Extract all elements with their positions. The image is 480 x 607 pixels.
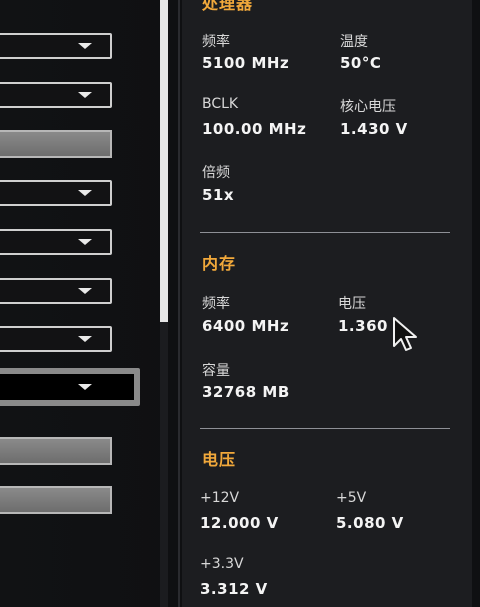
voltage-5v-label: +5V xyxy=(336,490,367,506)
voltage-5v-value: 5.080 V xyxy=(336,514,404,532)
cpu-bclk-label: BCLK xyxy=(202,96,239,112)
cpu-section-title: 处理器 xyxy=(202,0,254,13)
hardware-monitor-panel: 处理器 频率 5100 MHz 温度 50°C BCLK 100.00 MHz … xyxy=(182,0,472,607)
cpu-core-voltage-value: 1.430 V xyxy=(340,120,408,138)
memory-freq-value: 6400 MHz xyxy=(202,317,290,335)
chevron-down-icon xyxy=(78,384,92,390)
setting-dropdown-6[interactable] xyxy=(0,326,112,352)
setting-field-disabled-1 xyxy=(0,130,112,158)
setting-dropdown-1[interactable] xyxy=(0,33,112,59)
chevron-down-icon xyxy=(78,43,92,49)
voltage-33v-value: 3.312 V xyxy=(200,580,268,598)
setting-dropdown-4[interactable] xyxy=(0,229,112,255)
cpu-freq-label: 频率 xyxy=(202,34,230,50)
setting-dropdown-3[interactable] xyxy=(0,180,112,206)
chevron-down-icon xyxy=(78,92,92,98)
mouse-pointer-icon xyxy=(393,317,417,351)
setting-dropdown-2[interactable] xyxy=(0,82,112,108)
voltage-12v-value: 12.000 V xyxy=(200,514,279,532)
section-divider-1 xyxy=(200,232,450,233)
setting-field-disabled-2 xyxy=(0,437,112,465)
chevron-down-icon xyxy=(78,336,92,342)
panel-divider xyxy=(178,0,180,607)
memory-voltage-value: 1.360 xyxy=(338,317,388,335)
setting-dropdown-5[interactable] xyxy=(0,278,112,304)
voltage-12v-label: +12V xyxy=(200,490,240,506)
memory-section-title: 内存 xyxy=(202,254,237,273)
cpu-temp-value: 50°C xyxy=(340,54,382,72)
memory-voltage-label: 电压 xyxy=(338,296,366,312)
cpu-ratio-value: 51x xyxy=(202,186,235,204)
settings-column xyxy=(0,0,160,607)
section-divider-2 xyxy=(200,428,450,429)
cpu-freq-value: 5100 MHz xyxy=(202,54,290,72)
bios-screen: 处理器 频率 5100 MHz 温度 50°C BCLK 100.00 MHz … xyxy=(0,0,480,607)
chevron-down-icon xyxy=(78,190,92,196)
scrollbar-thumb[interactable] xyxy=(160,0,168,322)
memory-freq-label: 频率 xyxy=(202,296,230,312)
chevron-down-icon xyxy=(78,239,92,245)
voltage-section-title: 电压 xyxy=(202,450,237,469)
cpu-ratio-label: 倍频 xyxy=(202,165,230,181)
chevron-down-icon xyxy=(78,288,92,294)
memory-capacity-label: 容量 xyxy=(202,363,230,379)
setting-dropdown-selected[interactable] xyxy=(0,368,140,406)
memory-capacity-value: 32768 MB xyxy=(202,383,290,401)
cpu-bclk-value: 100.00 MHz xyxy=(202,120,307,138)
voltage-33v-label: +3.3V xyxy=(200,556,244,572)
cpu-core-voltage-label: 核心电压 xyxy=(340,99,396,115)
screen-edge xyxy=(472,0,480,607)
setting-field-disabled-3 xyxy=(0,486,112,514)
cpu-temp-label: 温度 xyxy=(340,34,368,50)
